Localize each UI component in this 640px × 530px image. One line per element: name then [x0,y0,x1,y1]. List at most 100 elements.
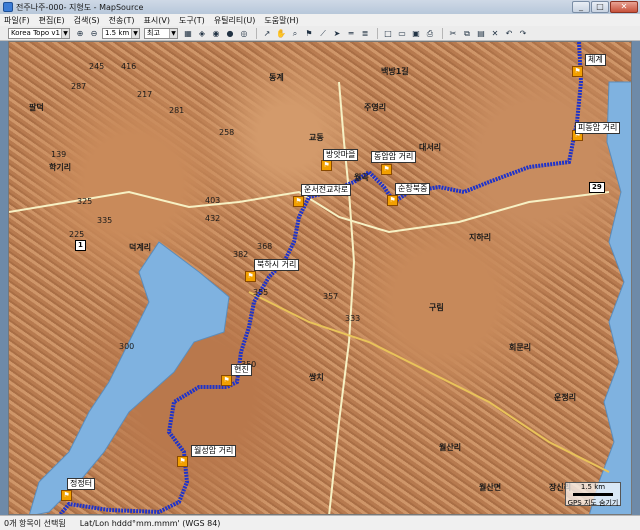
flag-icon[interactable]: ⚑ [572,66,583,77]
selection-status: 0개 항목이 선택됨 [4,518,66,528]
gps-icon[interactable]: ◎ [238,28,250,39]
menu-edit[interactable]: 편집(E) [39,15,65,26]
elevation-label: 287 [71,82,87,91]
track-icon[interactable]: ◉ [210,28,222,39]
waypoint-label[interactable]: 현진 [231,364,252,376]
hand-icon[interactable]: ✋ [275,28,287,39]
zoom-tool-icon[interactable]: ⌕ [289,28,301,39]
title-bar: 전주나주-000- 지형도 - MapSource _ □ ✕ [0,0,640,14]
close-button[interactable]: ✕ [610,0,638,13]
elevation-label: 325 [77,197,93,206]
waypoint-label[interactable]: 방앗마을 [323,149,359,161]
flag-icon[interactable]: ⚑ [177,456,188,467]
scale-note: GPS 지도 숨기기 [567,499,619,507]
route-icon[interactable]: ◈ [196,28,208,39]
elevation-label: 335 [97,216,113,225]
elevation-label: 258 [219,128,235,137]
map-icon[interactable]: ▦ [182,28,194,39]
place-label: 쌍치 [309,373,324,382]
waypoint-label[interactable]: 피동암 거리 [575,122,621,134]
flag-icon[interactable]: ⚑ [221,375,232,386]
road-line [248,291,610,473]
sea-shape [589,81,631,514]
waypoint-label[interactable]: 동암암 거리 [371,151,417,163]
line-tool-icon[interactable]: ⟋ [317,28,329,39]
waypoint-label[interactable]: 체계 [585,54,606,66]
elevation-label: 300 [119,342,135,351]
mapsource-app-icon [3,2,13,12]
menu-bar: 파일(F) 편집(E) 검색(S) 전송(T) 표시(V) 도구(T) 유틸리티… [0,14,640,26]
redo-icon[interactable]: ↷ [517,28,529,39]
waypoint-icon[interactable]: ● [224,28,236,39]
menu-help[interactable]: 도움말(H) [264,15,298,26]
minimize-button[interactable]: _ [572,0,590,13]
map-canvas[interactable]: 백방1길 교동 월곡 주영리 대서리 지하리 구림 동계 회문리 월산리 쌍치 … [8,41,632,515]
new-file-icon[interactable]: □ [382,28,394,39]
place-label: 월산면 [479,483,502,492]
place-label: 월산리 [439,443,462,452]
toolbar: Korea Topo v1 ▼ ⊕ ⊖ 1.5 km ▼ 최고 ▼ ▦ ◈ ◉ … [0,26,640,41]
detail-select[interactable]: 최고 ▼ [144,27,178,39]
waypoint-label[interactable]: 북하시 거리 [254,259,300,271]
select-arrow-icon[interactable]: ➤ [331,28,343,39]
zoom-in-icon[interactable]: ⊕ [74,28,86,39]
menu-find[interactable]: 검색(S) [74,15,100,26]
elevation-label: 139 [51,150,67,159]
track-line [58,42,584,514]
flag-icon[interactable]: ⚑ [381,164,392,175]
flag-icon[interactable]: ⚑ [303,28,315,39]
open-folder-icon[interactable]: ▭ [396,28,408,39]
place-label: 주영리 [364,103,387,112]
cut-icon[interactable]: ✂ [447,28,459,39]
waypoint-label[interactable]: 운서전교차로 [301,184,352,196]
flag-icon[interactable]: ⚑ [293,196,304,207]
window-title: 전주나주-000- 지형도 - MapSource [16,2,144,12]
menu-view[interactable]: 표시(V) [144,15,170,26]
map-drawing [9,42,631,514]
menu-transfer[interactable]: 전송(T) [109,15,135,26]
paste-icon[interactable]: ▤ [475,28,487,39]
place-label: 학기리 [49,163,72,172]
find-icon[interactable]: ↗ [261,28,273,39]
flag-icon[interactable]: ⚑ [61,490,72,501]
menu-file[interactable]: 파일(F) [4,15,30,26]
elevation-label: 403 [205,196,221,205]
chevron-down-icon: ▼ [61,28,69,38]
flag-icon[interactable]: ⚑ [321,160,332,171]
delete-icon[interactable]: ✕ [489,28,501,39]
scale-bar [573,493,613,496]
flag-icon[interactable]: ⚑ [245,271,256,282]
save-icon[interactable]: ▣ [410,28,422,39]
menu-utilities[interactable]: 유틸리티(U) [214,15,256,26]
road-line [9,190,610,234]
menu-tools[interactable]: 도구(T) [179,15,205,26]
waypoint-label[interactable]: 정정터 [67,478,96,490]
place-label: 백방1길 [381,67,409,76]
flag-icon[interactable]: ⚑ [387,195,398,206]
map-product-select[interactable]: Korea Topo v1 ▼ [8,27,70,39]
copy-icon[interactable]: ⧉ [461,28,473,39]
elevation-label: 416 [121,62,137,71]
zoom-out-icon[interactable]: ⊖ [88,28,100,39]
elevation-label: 225 [69,230,85,239]
print-icon[interactable]: ⎙ [424,28,436,39]
road-shield: 1 [75,240,86,251]
map-scale: 1.5 km GPS 지도 숨기기 [565,482,621,507]
undo-icon[interactable]: ↶ [503,28,515,39]
waypoint-label[interactable]: 월성암 거리 [191,445,237,457]
status-bar: 0개 항목이 선택됨 Lat/Lon hddd°mm.mmm' (WGS 84) [0,515,640,530]
place-label: 대서리 [419,143,442,152]
gauge-icon[interactable]: ≣ [359,28,371,39]
place-label: 회문리 [509,343,532,352]
chevron-down-icon: ▼ [169,28,177,38]
toolbar-divider [256,27,257,39]
maximize-button[interactable]: □ [591,0,609,13]
chevron-down-icon: ▼ [131,28,139,38]
place-label: 지하리 [469,233,492,242]
elevation-label: 281 [169,106,185,115]
zoom-scale-select[interactable]: 1.5 km ▼ [102,27,140,39]
elevation-label: 382 [233,250,249,259]
measure-icon[interactable]: ═ [345,28,357,39]
waypoint-label[interactable]: 순창북중 [395,183,431,195]
elevation-label: 368 [257,242,273,251]
